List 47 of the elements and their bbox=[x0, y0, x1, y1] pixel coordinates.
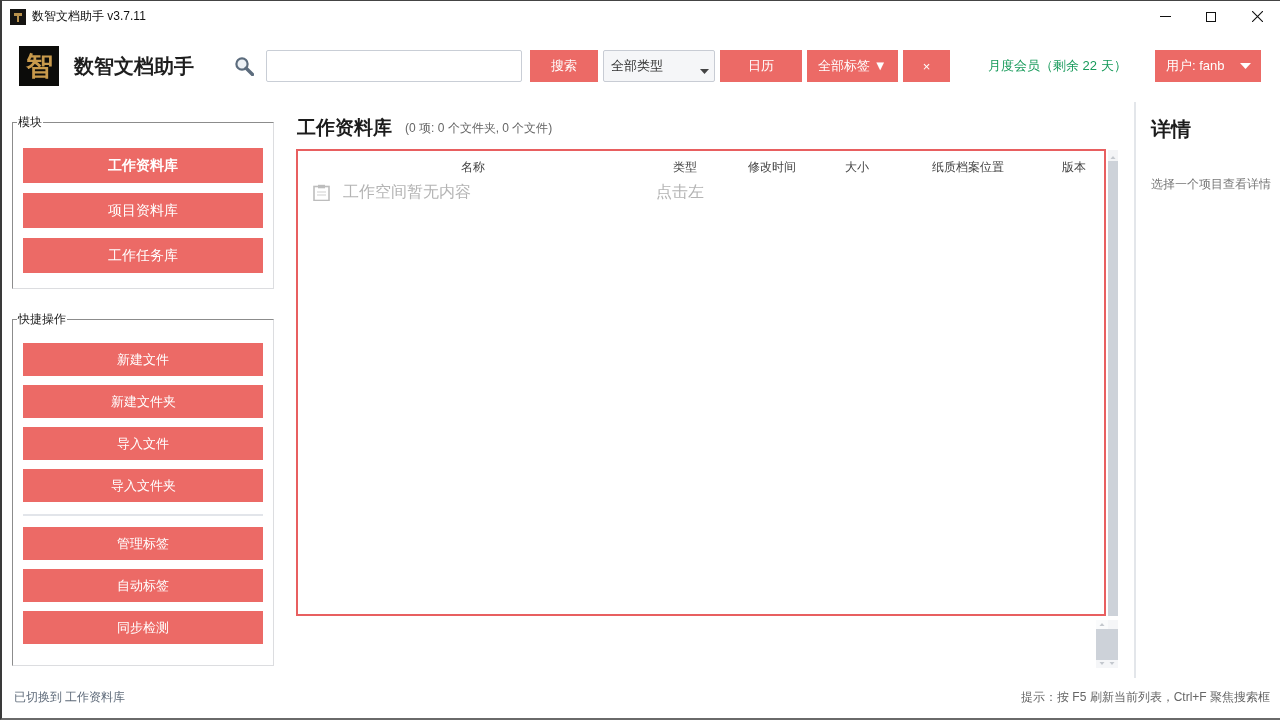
clear-button[interactable]: × bbox=[903, 50, 950, 82]
action-button[interactable]: 新建文件夹 bbox=[23, 385, 263, 418]
type-dropdown[interactable]: 全部类型 bbox=[603, 50, 715, 82]
column-header[interactable]: 名称 bbox=[298, 158, 648, 176]
search-field[interactable] bbox=[266, 50, 522, 82]
group-title: 模块 bbox=[17, 114, 43, 130]
scrollbar[interactable] bbox=[1106, 150, 1118, 616]
action-button[interactable]: 新建文件 bbox=[23, 343, 263, 376]
column-header[interactable]: 大小 bbox=[822, 158, 892, 176]
group-title: 快捷操作 bbox=[17, 311, 67, 327]
app-name: 数智文档助手 bbox=[74, 53, 194, 79]
clipboard-icon bbox=[313, 183, 330, 201]
shortcut-hint: 提示：按 F5 刷新当前列表，Ctrl+F 聚焦搜索框 bbox=[1021, 688, 1270, 706]
membership-status: 月度会员（剩余 22 天） bbox=[988, 57, 1127, 75]
action-button[interactable]: 同步检测 bbox=[23, 611, 263, 644]
scrollbar[interactable] bbox=[1096, 620, 1118, 668]
calendar-button[interactable]: 日历 bbox=[720, 50, 802, 82]
column-header[interactable]: 纸质档案位置 bbox=[892, 158, 1044, 176]
table-cell-text: 点击左 bbox=[655, 181, 704, 202]
app-icon bbox=[10, 8, 26, 25]
user-menu-button[interactable]: 用户: fanb bbox=[1155, 50, 1261, 82]
minimize-icon[interactable] bbox=[1159, 16, 1171, 17]
app-logo: 智 bbox=[19, 46, 59, 86]
action-button[interactable]: 导入文件夹 bbox=[23, 469, 263, 502]
action-button[interactable]: 自动标签 bbox=[23, 569, 263, 602]
item-count: (0 项: 0 个文件夹, 0 个文件) bbox=[405, 119, 553, 137]
close-icon[interactable] bbox=[1251, 11, 1263, 22]
maximize-icon[interactable] bbox=[1206, 11, 1216, 22]
module-button[interactable]: 项目资料库 bbox=[23, 193, 263, 228]
window-title: 数智文档助手 v3.7.11 bbox=[32, 8, 146, 25]
table-cell-text: 工作空间暂无内容 bbox=[343, 181, 471, 202]
action-button[interactable]: 管理标签 bbox=[23, 527, 263, 560]
column-header[interactable]: 类型 bbox=[648, 158, 722, 176]
module-button[interactable]: 工作资料库 bbox=[23, 148, 263, 183]
details-title: 详情 bbox=[1151, 117, 1192, 141]
details-hint: 选择一个项目查看详情 bbox=[1151, 176, 1272, 192]
status-message: 已切换到 工作资料库 bbox=[14, 688, 126, 706]
library-title: 工作资料库 bbox=[297, 116, 392, 140]
column-header[interactable]: 版本 bbox=[1044, 158, 1104, 176]
action-button[interactable]: 导入文件 bbox=[23, 427, 263, 460]
caret-icon bbox=[700, 68, 709, 74]
module-button[interactable]: 工作任务库 bbox=[23, 238, 263, 273]
column-header[interactable]: 修改时间 bbox=[722, 158, 822, 176]
tag-filter-button[interactable]: 全部标签 ▼ bbox=[807, 50, 898, 82]
caret-icon bbox=[1240, 63, 1251, 69]
search-button[interactable]: 搜索 bbox=[530, 50, 598, 82]
search-icon bbox=[234, 56, 254, 76]
